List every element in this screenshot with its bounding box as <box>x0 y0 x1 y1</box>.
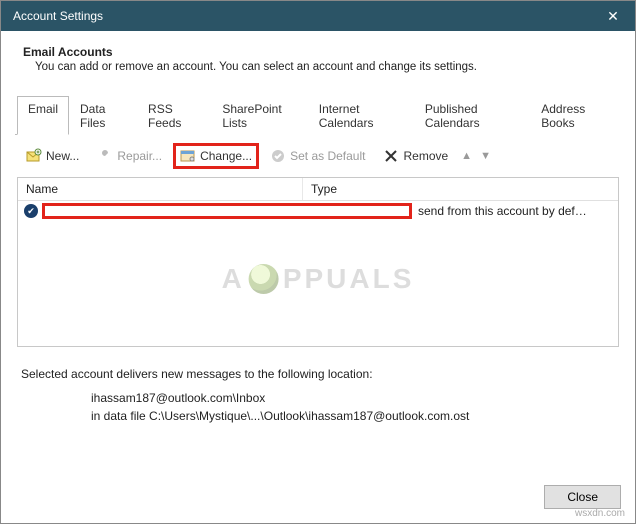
account-row[interactable]: ✔ send from this account by def… <box>18 201 618 221</box>
account-type-text: send from this account by def… <box>412 204 612 218</box>
watermark-avatar-icon <box>249 264 279 294</box>
tab-rss-feeds[interactable]: RSS Feeds <box>137 96 211 135</box>
tab-data-files[interactable]: Data Files <box>69 96 137 135</box>
account-name-redacted <box>42 203 412 219</box>
move-up-icon: ▲ <box>459 150 474 162</box>
header-description: You can add or remove an account. You ca… <box>23 61 615 73</box>
watermark-logo: APPUALS <box>222 263 415 295</box>
new-button[interactable]: New... <box>19 144 86 168</box>
footer: Close <box>15 467 621 509</box>
new-button-label: New... <box>46 149 79 163</box>
col-header-name[interactable]: Name <box>18 178 303 200</box>
tab-email[interactable]: Email <box>17 96 69 135</box>
tab-sharepoint-lists[interactable]: SharePoint Lists <box>211 96 307 135</box>
repair-button: Repair... <box>90 144 169 168</box>
remove-button[interactable]: Remove <box>376 144 455 168</box>
account-list: Name Type ✔ send from this account by de… <box>17 177 619 347</box>
close-button[interactable]: Close <box>544 485 621 509</box>
tab-address-books[interactable]: Address Books <box>530 96 621 135</box>
tab-container: Email Data Files RSS Feeds SharePoint Li… <box>15 95 621 347</box>
remove-button-label: Remove <box>403 149 448 163</box>
tab-published-calendars[interactable]: Published Calendars <box>414 96 530 135</box>
delivery-location-intro: Selected account delivers new messages t… <box>21 367 615 381</box>
header-section: Email Accounts You can add or remove an … <box>15 41 621 87</box>
move-down-icon: ▼ <box>478 150 493 162</box>
header-title: Email Accounts <box>23 45 615 59</box>
tab-strip: Email Data Files RSS Feeds SharePoint Li… <box>15 95 621 135</box>
col-header-type[interactable]: Type <box>303 178 618 200</box>
tab-internet-calendars[interactable]: Internet Calendars <box>308 96 414 135</box>
close-icon: ✕ <box>607 8 619 25</box>
delivery-location-detail: ihassam187@outlook.com\Inbox in data fil… <box>21 381 615 425</box>
change-icon <box>180 148 196 164</box>
remove-icon <box>383 148 399 164</box>
default-check-icon: ✔ <box>24 204 38 218</box>
set-default-icon <box>270 148 286 164</box>
delivery-datafile: in data file C:\Users\Mystique\...\Outlo… <box>91 407 615 425</box>
window-close-button[interactable]: ✕ <box>591 1 635 31</box>
site-watermark: wsxdn.com <box>575 508 625 519</box>
repair-icon <box>97 148 113 164</box>
new-mail-icon <box>26 148 42 164</box>
toolbar: New... Repair... Change... <box>15 135 621 175</box>
delivery-mailbox: ihassam187@outlook.com\Inbox <box>91 389 615 407</box>
titlebar: Account Settings ✕ <box>1 1 635 31</box>
set-default-button-label: Set as Default <box>290 149 365 163</box>
content-area: Email Accounts You can add or remove an … <box>1 31 635 523</box>
change-button[interactable]: Change... <box>173 143 259 169</box>
set-default-button: Set as Default <box>263 144 372 168</box>
change-button-label: Change... <box>200 149 252 163</box>
account-settings-window: Account Settings ✕ Email Accounts You ca… <box>0 0 636 524</box>
list-header: Name Type <box>18 178 618 201</box>
delivery-location-section: Selected account delivers new messages t… <box>15 367 621 425</box>
repair-button-label: Repair... <box>117 149 162 163</box>
window-title: Account Settings <box>13 9 591 23</box>
